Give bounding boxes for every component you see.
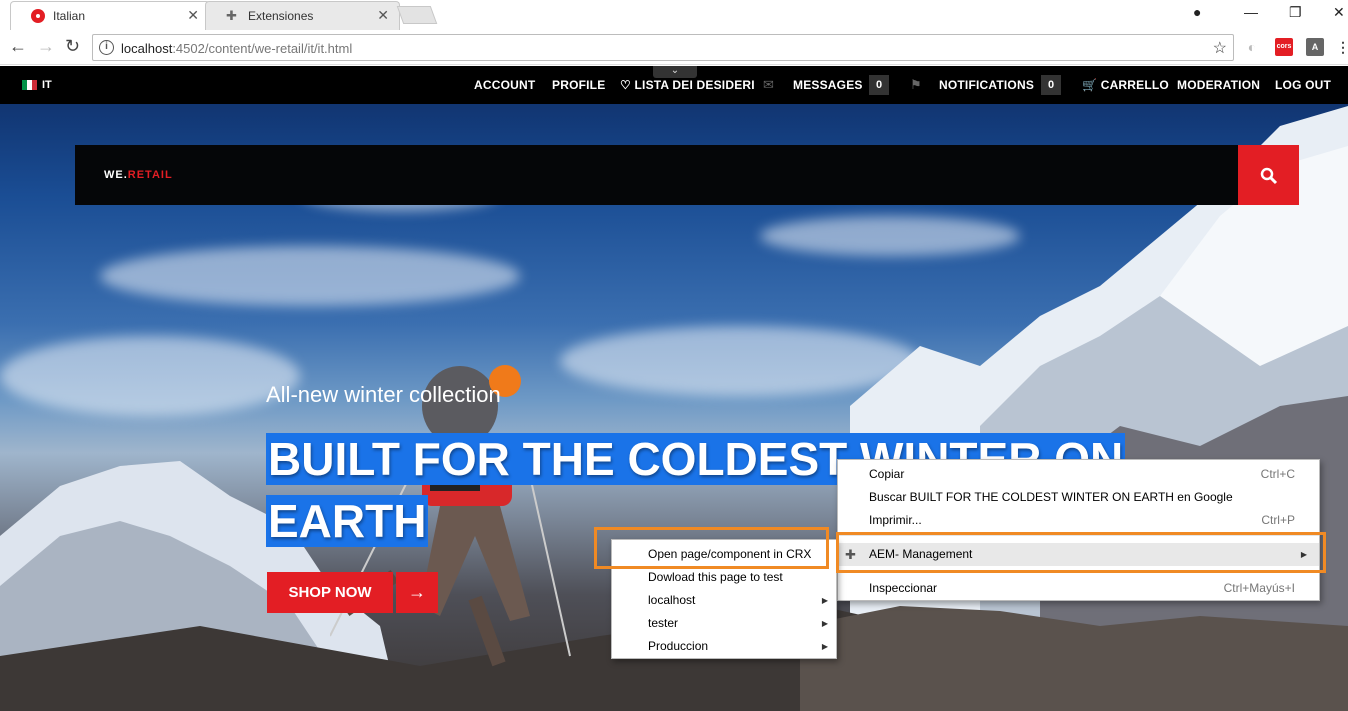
- menu-item-copy[interactable]: Copiar Ctrl+C: [838, 463, 1319, 486]
- puzzle-icon: ✚: [226, 8, 237, 23]
- nav-logout[interactable]: LOG OUT: [1275, 78, 1331, 92]
- close-tab-icon[interactable]: ✕: [187, 7, 199, 24]
- a-extension-icon[interactable]: A: [1306, 38, 1324, 56]
- close-window-icon[interactable]: ✕: [1333, 4, 1345, 21]
- menu-item-shortcut: Ctrl+Mayús+I: [1223, 581, 1295, 595]
- menu-item-label: Copiar: [869, 467, 905, 481]
- address-bar-area: ← → ↻ i localhost:4502/content/we-retail…: [0, 30, 1348, 65]
- close-tab-icon[interactable]: ✕: [377, 7, 389, 24]
- nav-notifications[interactable]: NOTIFICATIONS: [939, 78, 1034, 92]
- shop-now-button[interactable]: SHOP NOW: [267, 572, 393, 613]
- submenu-item-tester[interactable]: tester ▶: [612, 612, 836, 635]
- tab-italian[interactable]: Italian ✕: [10, 1, 210, 30]
- url-path: :4502/content/we-retail/it/it.html: [172, 41, 353, 56]
- minimize-icon[interactable]: —: [1244, 4, 1258, 20]
- search-icon: [1260, 167, 1278, 185]
- menu-item-label: Produccion: [648, 639, 709, 653]
- chevron-down-icon[interactable]: ⌄: [653, 66, 697, 78]
- notifications-count-badge: 0: [1041, 75, 1061, 95]
- menu-item-label: Inspeccionar: [869, 581, 938, 595]
- site-favicon-icon: [31, 9, 45, 23]
- arrow-right-icon[interactable]: →: [396, 572, 438, 613]
- tab-title: Extensiones: [248, 9, 314, 23]
- flag-icon: ⚑: [910, 77, 922, 92]
- cors-extension-icon[interactable]: cors: [1275, 38, 1293, 56]
- reload-icon[interactable]: ↻: [65, 36, 80, 57]
- submenu-item-localhost[interactable]: localhost ▶: [612, 589, 836, 612]
- submenu-item-produccion[interactable]: Produccion ▶: [612, 635, 836, 658]
- nav-messages[interactable]: MESSAGES: [793, 78, 863, 92]
- logo-part1: WE.: [104, 169, 128, 181]
- info-icon[interactable]: i: [99, 40, 114, 55]
- language-label: IT: [42, 79, 52, 91]
- messages-count-badge: 0: [869, 75, 889, 95]
- menu-item-label: Imprimir...: [869, 513, 922, 527]
- we-retail-logo[interactable]: WE.RETAIL: [104, 169, 173, 181]
- search-button[interactable]: [1238, 145, 1299, 205]
- nav-cart[interactable]: 🛒 CARRELLO: [1082, 78, 1169, 92]
- heart-icon: ♡: [620, 78, 631, 92]
- menu-kebab-icon[interactable]: ⋮: [1334, 38, 1348, 56]
- menu-item-label: Buscar BUILT FOR THE COLDEST WINTER ON E…: [869, 490, 1233, 504]
- url-input[interactable]: i localhost:4502/content/we-retail/it/it…: [92, 34, 1234, 61]
- restore-icon[interactable]: ❐: [1289, 4, 1302, 21]
- logo-part2: RETAIL: [127, 169, 173, 181]
- nav-moderation[interactable]: MODERATION: [1177, 78, 1260, 92]
- submenu-item-download[interactable]: Dowload this page to test: [612, 566, 836, 589]
- cart-icon: 🛒: [1082, 78, 1098, 92]
- nav-wishlist-label: LISTA DEI DESIDERI: [634, 78, 755, 92]
- menu-item-label: localhost: [648, 593, 696, 607]
- bookmark-star-icon[interactable]: ☆: [1213, 38, 1227, 58]
- submenu-arrow-icon: ▶: [821, 642, 828, 651]
- menu-item-search-google[interactable]: Buscar BUILT FOR THE COLDEST WINTER ON E…: [838, 486, 1319, 509]
- context-menu: Copiar Ctrl+C Buscar BUILT FOR THE COLDE…: [837, 459, 1320, 601]
- nav-account[interactable]: ACCOUNT: [474, 78, 535, 92]
- tab-title: Italian: [53, 9, 86, 23]
- highlight-box-crx: [594, 527, 829, 569]
- nav-wishlist[interactable]: ♡ LISTA DEI DESIDERI: [620, 78, 755, 92]
- forward-icon[interactable]: →: [37, 36, 55, 57]
- extension-circle-icon[interactable]: ◐: [1243, 38, 1261, 56]
- page-content: ⌄ IT ACCOUNT PROFILE ♡ LISTA DEI DESIDER…: [0, 66, 1348, 711]
- nav-cart-label: CARRELLO: [1100, 78, 1169, 92]
- url-text: localhost:4502/content/we-retail/it/it.h…: [121, 41, 352, 56]
- menu-item-inspect[interactable]: Inspeccionar Ctrl+Mayús+I: [838, 577, 1319, 600]
- submenu-arrow-icon: ▶: [821, 619, 828, 628]
- envelope-icon: ✉: [763, 77, 774, 92]
- submenu-arrow-icon: ▶: [821, 596, 828, 605]
- menu-item-label: Dowload this page to test: [648, 570, 783, 584]
- url-host: localhost: [121, 41, 173, 56]
- browser-tab-bar: Italian ✕ ✚ Extensiones ✕ ● — ❐ ✕: [0, 0, 1348, 30]
- new-tab-button[interactable]: [396, 6, 438, 24]
- italy-flag-icon: [22, 80, 37, 90]
- highlight-box-aem: [836, 532, 1326, 573]
- hero-subtitle: All-new winter collection: [266, 382, 501, 407]
- hero-title-line2: EARTH: [266, 495, 429, 547]
- menu-item-print[interactable]: Imprimir... Ctrl+P: [838, 509, 1319, 532]
- profile-icon[interactable]: ●: [1193, 4, 1201, 20]
- search-bar[interactable]: WE.RETAIL: [75, 145, 1239, 205]
- menu-item-label: tester: [648, 616, 679, 630]
- back-icon[interactable]: ←: [9, 36, 27, 57]
- menu-item-shortcut: Ctrl+P: [1261, 513, 1295, 527]
- nav-profile[interactable]: PROFILE: [552, 78, 605, 92]
- site-top-nav: ⌄ IT ACCOUNT PROFILE ♡ LISTA DEI DESIDER…: [0, 66, 1348, 104]
- tab-extensiones[interactable]: ✚ Extensiones ✕: [205, 1, 400, 30]
- menu-item-shortcut: Ctrl+C: [1260, 467, 1295, 481]
- language-selector[interactable]: IT: [22, 79, 52, 91]
